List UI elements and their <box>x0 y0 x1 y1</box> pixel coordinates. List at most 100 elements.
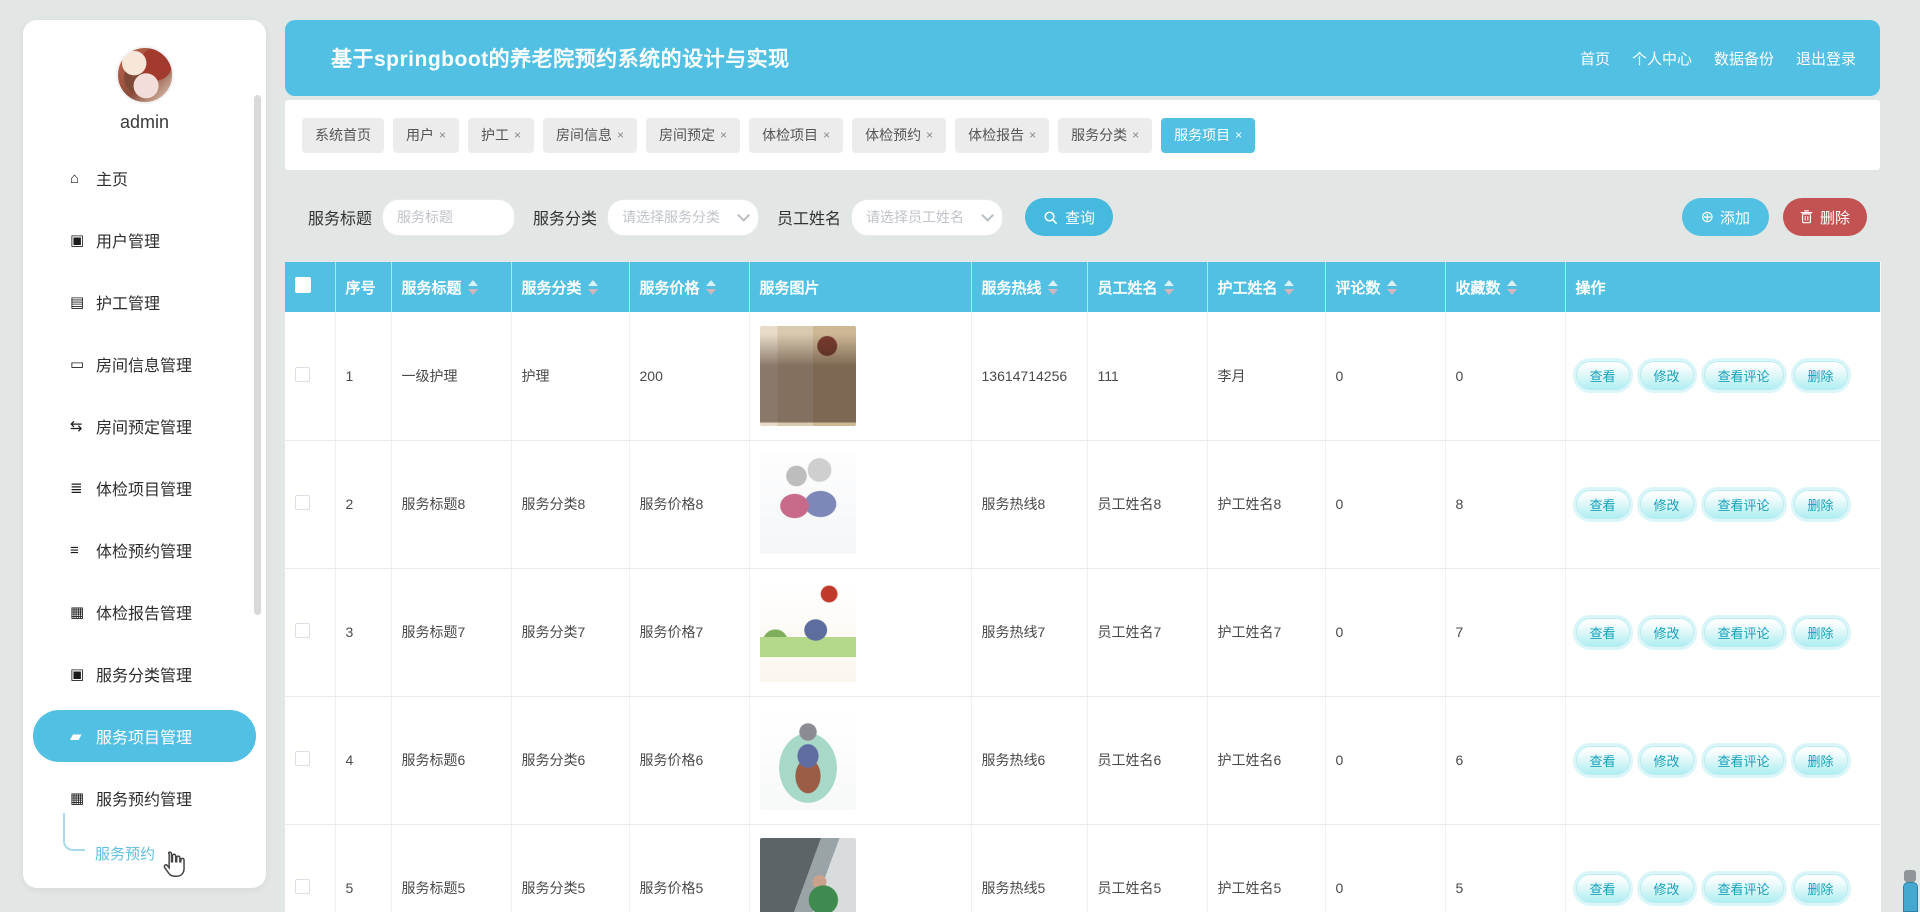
cell-nurse-name: 护工姓名7 <box>1207 568 1326 697</box>
row-checkbox[interactable] <box>295 879 310 894</box>
cell-comment-count: 0 <box>1325 568 1446 697</box>
sidebar-item[interactable]: ▦ 体检报告管理 <box>23 581 266 643</box>
table-column-header[interactable]: 服务图片 <box>749 262 972 312</box>
sidebar-item[interactable]: ▰ 服务项目管理 <box>33 710 256 762</box>
sort-carets-icon[interactable] <box>705 279 716 295</box>
tab-close-icon[interactable]: × <box>617 128 624 142</box>
action-toolbar: ⊕ 添加 删除 <box>1681 198 1867 236</box>
view-comments-button[interactable]: 查看评论 <box>1703 617 1784 647</box>
view-comments-button[interactable]: 查看评论 <box>1703 873 1784 903</box>
view-button[interactable]: 查看 <box>1575 617 1630 647</box>
tab-close-icon[interactable]: × <box>926 128 933 142</box>
edit-button[interactable]: 修改 <box>1639 873 1694 903</box>
view-button[interactable]: 查看 <box>1575 489 1630 519</box>
service-title-input[interactable]: 服务标题 <box>382 198 516 236</box>
header-nav-link[interactable]: 退出登录 <box>1796 48 1856 69</box>
table-column-header[interactable]: 护工姓名 <box>1207 262 1326 312</box>
tab-close-icon[interactable]: × <box>720 128 727 142</box>
tab[interactable]: 服务项目 × <box>1161 117 1256 153</box>
view-button[interactable]: 查看 <box>1575 873 1630 903</box>
cell-service-hotline: 13614714256 <box>971 312 1088 441</box>
header-nav-link[interactable]: 数据备份 <box>1714 48 1774 69</box>
search-button[interactable]: 查询 <box>1025 198 1114 236</box>
tab[interactable]: 房间预定 × <box>646 117 741 153</box>
sidebar-item[interactable]: ▤ 护工管理 <box>23 271 266 333</box>
tab[interactable]: 用户 × <box>393 117 460 153</box>
add-button[interactable]: ⊕ 添加 <box>1681 198 1769 236</box>
sidebar-item[interactable]: ▣ 服务分类管理 <box>23 643 266 705</box>
tab[interactable]: 体检预约 × <box>852 117 947 153</box>
tab-close-icon[interactable]: × <box>439 128 446 142</box>
row-checkbox[interactable] <box>295 751 310 766</box>
sidebar-item[interactable]: ▭ 房间信息管理 <box>23 333 266 395</box>
row-checkbox[interactable] <box>295 623 310 638</box>
sort-carets-icon[interactable] <box>467 279 478 295</box>
row-delete-button[interactable]: 删除 <box>1793 489 1848 519</box>
tab-close-icon[interactable]: × <box>823 128 830 142</box>
view-comments-button[interactable]: 查看评论 <box>1703 489 1784 519</box>
sort-carets-icon[interactable] <box>1386 279 1397 295</box>
select-all-checkbox[interactable] <box>295 277 311 293</box>
service-category-select[interactable]: 请选择服务分类 <box>607 198 760 236</box>
table-column-header[interactable]: 收藏数 <box>1445 262 1566 312</box>
sidebar-item[interactable]: ≡ 体检预约管理 <box>23 519 266 581</box>
row-delete-button[interactable]: 删除 <box>1793 361 1848 391</box>
header-nav-link[interactable]: 个人中心 <box>1632 48 1692 69</box>
tab[interactable]: 体检项目 × <box>749 117 844 153</box>
tab[interactable]: 体检报告 × <box>955 117 1050 153</box>
table-column-header[interactable]: 服务价格 <box>629 262 750 312</box>
tab-close-icon[interactable]: × <box>1132 128 1139 142</box>
table-row: 3 服务标题7 服务分类7 服务价格7 服务热线7 员工姓名7 护工姓名7 0 … <box>285 568 1880 697</box>
sidebar-item[interactable]: ⇆ 房间预定管理 <box>23 395 266 457</box>
view-comments-button[interactable]: 查看评论 <box>1703 361 1784 391</box>
edit-button[interactable]: 修改 <box>1639 489 1694 519</box>
staff-name-select[interactable]: 请选择员工姓名 <box>851 198 1004 236</box>
table-column-header[interactable]: 服务标题 <box>391 262 512 312</box>
sort-carets-icon[interactable] <box>1506 279 1517 295</box>
view-comments-button[interactable]: 查看评论 <box>1703 745 1784 775</box>
view-button[interactable]: 查看 <box>1575 745 1630 775</box>
tab[interactable]: 系统首页 <box>302 117 384 153</box>
header-nav-link[interactable]: 首页 <box>1580 48 1610 69</box>
delete-button[interactable]: 删除 <box>1782 198 1867 236</box>
sidebar-item[interactable]: ▦ 服务预约管理 <box>23 767 266 829</box>
view-button[interactable]: 查看 <box>1575 361 1630 391</box>
sidebar-item[interactable]: ▣ 用户管理 <box>23 209 266 271</box>
tab[interactable]: 服务分类 × <box>1058 117 1153 153</box>
page-scrollbar-thumb[interactable] <box>1903 882 1918 912</box>
tab-close-icon[interactable]: × <box>1029 128 1036 142</box>
row-delete-button[interactable]: 删除 <box>1793 745 1848 775</box>
table-column-header[interactable]: 服务热线 <box>971 262 1088 312</box>
cell-service-price: 服务价格7 <box>629 568 750 697</box>
sort-carets-icon[interactable] <box>1283 279 1294 295</box>
tab[interactable]: 房间信息 × <box>543 117 638 153</box>
sidebar-scrollbar[interactable] <box>254 95 261 615</box>
tab[interactable]: 护工 × <box>468 117 535 153</box>
table-column-header[interactable]: 员工姓名 <box>1087 262 1208 312</box>
edit-button[interactable]: 修改 <box>1639 745 1694 775</box>
table-column-header[interactable]: 序号 <box>335 262 392 312</box>
table-column-header[interactable]: 评论数 <box>1325 262 1446 312</box>
row-delete-button[interactable]: 删除 <box>1793 617 1848 647</box>
row-checkbox[interactable] <box>295 495 310 510</box>
row-checkbox[interactable] <box>295 366 310 382</box>
sort-carets-icon[interactable] <box>1163 279 1174 295</box>
edit-button[interactable]: 修改 <box>1639 617 1694 647</box>
cell-index: 3 <box>335 568 392 697</box>
sidebar-item[interactable]: ⌂ 主页 <box>23 147 266 209</box>
sidebar-item-label: 服务分类管理 <box>96 668 193 685</box>
edit-button[interactable]: 修改 <box>1639 361 1694 391</box>
page-scrollbar-cap[interactable] <box>1904 870 1916 882</box>
sidebar-item-icon: ▦ <box>70 790 85 807</box>
sidebar-item[interactable]: ≣ 体检项目管理 <box>23 457 266 519</box>
table-column-header[interactable]: 操作 <box>1565 262 1881 312</box>
sidebar-subitem-service-booking[interactable]: 服务预约 <box>23 813 266 877</box>
tab-close-icon[interactable]: × <box>1235 128 1242 142</box>
sort-carets-icon[interactable] <box>1047 279 1058 295</box>
sort-carets-icon[interactable] <box>587 279 598 295</box>
row-delete-button[interactable]: 删除 <box>1793 873 1848 903</box>
tab-label: 服务分类 <box>1071 127 1128 143</box>
plus-circle-icon: ⊕ <box>1700 209 1714 226</box>
table-column-header[interactable]: 服务分类 <box>511 262 630 312</box>
tab-close-icon[interactable]: × <box>514 128 521 142</box>
